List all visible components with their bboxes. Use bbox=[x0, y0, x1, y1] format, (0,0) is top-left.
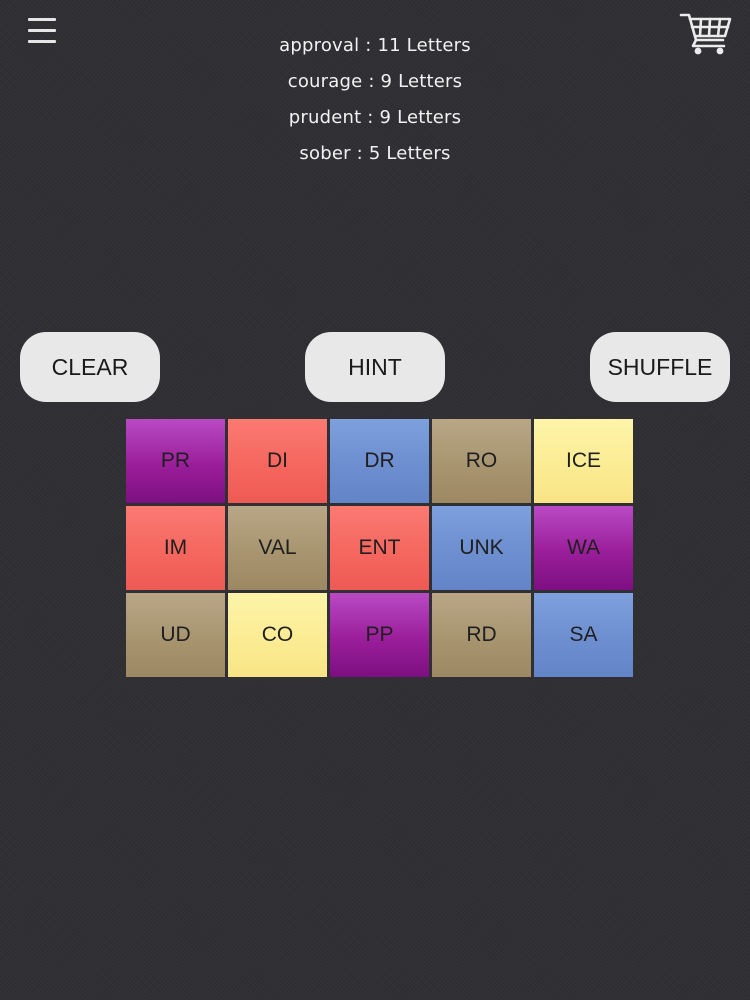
letter-tile[interactable]: VAL bbox=[228, 506, 327, 590]
letter-tile[interactable]: ICE bbox=[534, 419, 633, 503]
letter-tile-grid: PR DI DR RO ICE IM VAL ENT UNK WA UD CO … bbox=[126, 419, 633, 677]
word-clue: sober : 5 Letters bbox=[299, 143, 451, 164]
letter-tile[interactable]: RD bbox=[432, 593, 531, 677]
letter-tile[interactable]: UNK bbox=[432, 506, 531, 590]
letter-tile[interactable]: ENT bbox=[330, 506, 429, 590]
word-clue: approval : 11 Letters bbox=[279, 35, 471, 56]
letter-tile[interactable]: RO bbox=[432, 419, 531, 503]
word-clue-list: approval : 11 Letters courage : 9 Letter… bbox=[0, 28, 750, 172]
word-clue: courage : 9 Letters bbox=[287, 71, 463, 92]
letter-tile[interactable]: UD bbox=[126, 593, 225, 677]
letter-tile[interactable]: DI bbox=[228, 419, 327, 503]
shuffle-button[interactable]: SHUFFLE bbox=[590, 332, 730, 402]
letter-tile[interactable]: WA bbox=[534, 506, 633, 590]
letter-tile[interactable]: CO bbox=[228, 593, 327, 677]
hint-button[interactable]: HINT bbox=[305, 332, 445, 402]
letter-tile[interactable]: PP bbox=[330, 593, 429, 677]
letter-tile[interactable]: DR bbox=[330, 419, 429, 503]
letter-tile[interactable]: IM bbox=[126, 506, 225, 590]
letter-tile[interactable]: PR bbox=[126, 419, 225, 503]
letter-tile[interactable]: SA bbox=[534, 593, 633, 677]
word-clue: prudent : 9 Letters bbox=[288, 107, 462, 128]
clear-button[interactable]: CLEAR bbox=[20, 332, 160, 402]
